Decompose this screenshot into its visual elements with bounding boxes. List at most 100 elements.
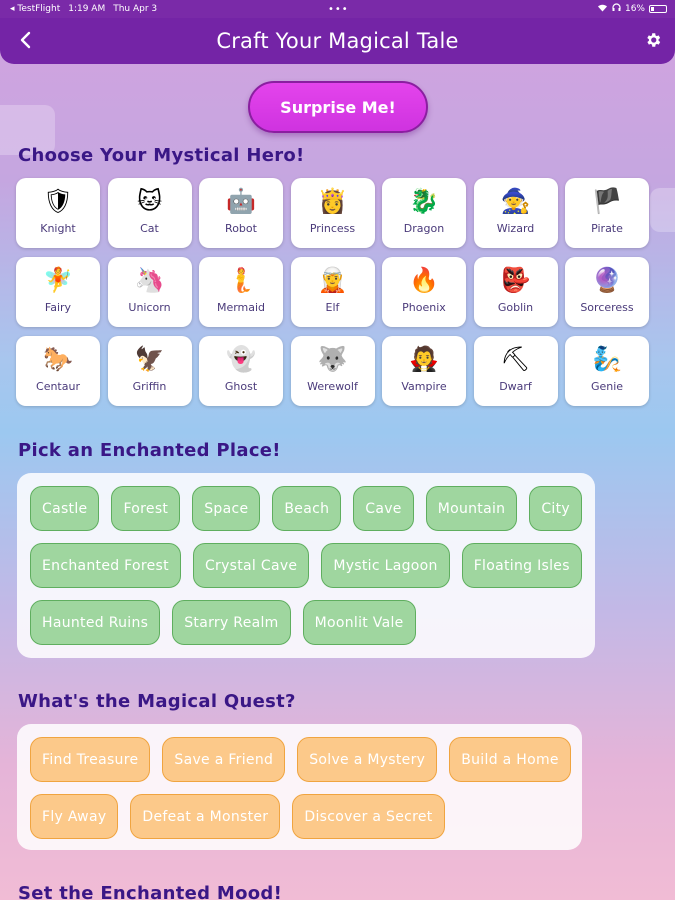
hero-label: Elf	[325, 301, 340, 314]
hero-label: Genie	[590, 380, 624, 393]
place-chip[interactable]: Beach	[272, 486, 342, 531]
multitask-dots[interactable]: •••	[328, 4, 349, 15]
dwarf-icon: ⛏	[500, 345, 531, 373]
hero-card-werewolf[interactable]: 🐺 Werewolf	[290, 336, 375, 406]
hero-card-dwarf[interactable]: ⛏ Dwarf	[473, 336, 558, 406]
hero-label: Goblin	[497, 301, 534, 314]
hero-card-pirate[interactable]: 🏴 Pirate	[565, 178, 649, 248]
hero-label: Cat	[140, 222, 159, 235]
place-chip[interactable]: Moonlit Vale	[302, 600, 416, 645]
place-chip[interactable]: Mystic Lagoon	[321, 543, 450, 588]
place-chip[interactable]: Castle	[30, 486, 100, 531]
genie-icon: 🧞	[592, 345, 622, 373]
vampire-icon: 🧛	[409, 345, 439, 373]
hero-card-robot[interactable]: 🤖 Robot	[199, 178, 283, 248]
hero-card-griffin[interactable]: 🦅 Griffin	[107, 336, 192, 406]
chevron-left-icon	[20, 31, 31, 49]
princess-icon: 👸	[317, 187, 348, 215]
hero-label: Vampire	[401, 380, 447, 393]
hero-grid: 🛡 Knight 🐱 Cat 🤖 Robot 👸 Princess 🐉 Dragon 🧙 Wizard…	[16, 178, 656, 406]
quest-section-title: What's the Magical Quest?	[18, 691, 296, 712]
pirate-icon: 🏴	[592, 187, 622, 215]
hero-card-fairy[interactable]: 🧚 Fairy	[16, 257, 100, 327]
status-carrier: ◂ TestFlight	[10, 4, 61, 14]
navigation-bar: Craft Your Magical Tale	[0, 18, 675, 64]
centaur-icon: 🐎	[43, 345, 73, 373]
hero-card-cat[interactable]: 🐱 Cat	[107, 178, 192, 248]
hero-card-vampire[interactable]: 🧛 Vampire	[382, 336, 466, 406]
mood-section-title: Set the Enchanted Mood!	[18, 883, 283, 900]
hero-card-mermaid[interactable]: 🧜 Mermaid	[199, 257, 283, 327]
hero-label: Ghost	[224, 380, 258, 393]
place-chip-list: Castle Forest Space Beach Cave Mountain City En…	[30, 486, 590, 645]
hero-label: Phoenix	[402, 301, 446, 314]
dragon-icon: 🐉	[409, 187, 439, 215]
hero-label: Fairy	[44, 301, 72, 314]
surprise-me-button[interactable]: Surprise Me!	[248, 81, 428, 133]
hero-card-elf[interactable]: 🧝 Elf	[290, 257, 375, 327]
place-chip[interactable]: City	[529, 486, 582, 531]
fairy-icon: 🧚	[43, 266, 73, 294]
battery-percent: 16%	[624, 4, 645, 14]
cat-icon: 🐱	[136, 187, 163, 215]
hero-card-centaur[interactable]: 🐎 Centaur	[16, 336, 100, 406]
hero-label: Princess	[309, 222, 356, 235]
werewolf-icon: 🐺	[317, 345, 348, 373]
robot-icon: 🤖	[226, 187, 256, 215]
headphones-icon	[612, 3, 621, 15]
quest-chip[interactable]: Discover a Secret	[292, 794, 445, 839]
unicorn-icon: 🦄	[134, 266, 165, 294]
quest-chip-list: Find Treasure Save a Friend Solve a Myster…	[30, 737, 575, 839]
back-button[interactable]	[14, 28, 38, 52]
hero-label: Dragon	[403, 222, 445, 235]
quest-chip[interactable]: Fly Away	[30, 794, 119, 839]
gear-icon	[647, 33, 661, 47]
hero-label: Centaur	[36, 380, 80, 393]
place-chip[interactable]: Floating Isles	[461, 543, 582, 588]
mermaid-icon: 🧜	[226, 266, 256, 294]
place-chip[interactable]: Starry Realm	[172, 600, 291, 645]
quest-chip[interactable]: Solve a Mystery	[297, 737, 438, 782]
page-title: Craft Your Magical Tale	[216, 29, 459, 53]
hero-card-wizard[interactable]: 🧙 Wizard	[473, 178, 558, 248]
place-section-title: Pick an Enchanted Place!	[18, 440, 281, 461]
hero-label: Unicorn	[128, 301, 171, 314]
hero-card-genie[interactable]: 🧞 Genie	[565, 336, 649, 406]
quest-chip[interactable]: Defeat a Monster	[130, 794, 281, 839]
hero-card-princess[interactable]: 👸 Princess	[290, 178, 375, 248]
status-bar: ◂ TestFlight 1:19 AM Thu Apr 3 ••• 16%	[0, 0, 675, 18]
hero-label: Griffin	[132, 380, 167, 393]
quest-chip[interactable]: Save a Friend	[162, 737, 286, 782]
settings-button[interactable]	[641, 28, 665, 52]
quest-chip[interactable]: Find Treasure	[30, 737, 151, 782]
hero-card-ghost[interactable]: 👻 Ghost	[199, 336, 283, 406]
griffin-icon: 🦅	[134, 345, 165, 373]
status-time: 1:19 AM	[68, 4, 106, 14]
goblin-icon: 👺	[500, 266, 531, 294]
place-chip[interactable]: Enchanted Forest	[30, 543, 181, 588]
phoenix-icon: 🔥	[409, 266, 439, 294]
place-chip[interactable]: Cave	[353, 486, 414, 531]
place-chip[interactable]: Forest	[111, 486, 181, 531]
hero-card-sorceress[interactable]: 🔮 Sorceress	[565, 257, 649, 327]
hero-card-unicorn[interactable]: 🦄 Unicorn	[107, 257, 192, 327]
wifi-icon	[597, 3, 608, 15]
quest-chip[interactable]: Build a Home	[449, 737, 571, 782]
hero-card-dragon[interactable]: 🐉 Dragon	[382, 178, 466, 248]
wizard-icon: 🧙	[500, 187, 531, 215]
hero-label: Robot	[225, 222, 257, 235]
ghost-icon: 👻	[226, 345, 256, 373]
hero-card-goblin[interactable]: 👺 Goblin	[473, 257, 558, 327]
hero-label: Dwarf	[499, 380, 532, 393]
place-chip[interactable]: Haunted Ruins	[30, 600, 161, 645]
hero-label: Mermaid	[216, 301, 266, 314]
place-chip[interactable]: Crystal Cave	[192, 543, 310, 588]
hero-card-knight[interactable]: 🛡 Knight	[16, 178, 100, 248]
elf-icon: 🧝	[317, 266, 348, 294]
status-date: Thu Apr 3	[113, 4, 158, 14]
hero-label: Sorceress	[580, 301, 634, 314]
place-chip[interactable]: Space	[192, 486, 261, 531]
hero-card-phoenix[interactable]: 🔥 Phoenix	[382, 257, 466, 327]
place-chip[interactable]: Mountain	[425, 486, 518, 531]
hero-label: Wizard	[496, 222, 535, 235]
